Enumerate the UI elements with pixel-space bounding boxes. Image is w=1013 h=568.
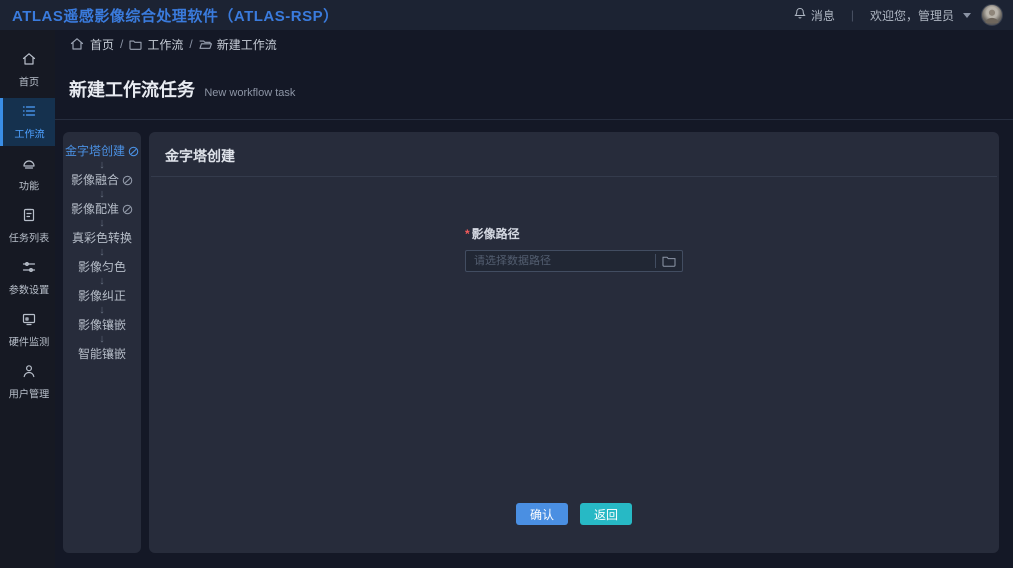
sidebar-item-label: 硬件监测 — [9, 334, 49, 349]
parameter-settings-icon — [21, 259, 37, 278]
user-management-icon — [21, 363, 37, 382]
step-label: 智能镶嵌 — [78, 347, 126, 361]
folder-open-icon — [199, 39, 212, 50]
image-path-label: *影像路径 — [465, 225, 683, 242]
home-icon — [69, 36, 85, 52]
sidebar-item-label: 工作流 — [14, 126, 44, 141]
step-arrow-icon: ↓ — [99, 159, 105, 172]
workflow-step-1[interactable]: 金字塔创建 — [65, 144, 139, 158]
page-title-block: 新建工作流任务 New workflow task — [55, 58, 1013, 120]
bell-icon — [794, 7, 806, 23]
header-divider: | — [845, 8, 860, 22]
image-path-field: *影像路径 — [465, 225, 683, 272]
step-label: 影像匀色 — [78, 260, 126, 274]
back-button[interactable]: 返回 — [580, 503, 632, 525]
step-arrow-icon: ↓ — [99, 333, 105, 346]
image-path-input[interactable] — [466, 255, 655, 267]
hardware-monitor-icon — [21, 311, 37, 330]
breadcrumb-label: 首页 — [90, 36, 114, 53]
breadcrumb-separator: / — [189, 37, 192, 51]
panels-row: 金字塔创建↓影像融合↓影像配准↓真彩色转换↓影像匀色↓影像纠正↓影像镶嵌↓智能镶… — [55, 120, 1013, 568]
breadcrumb: 首页 / 工作流 / 新建工作流 — [55, 30, 1013, 58]
step-config-panel: 金字塔创建 *影像路径 — [149, 132, 999, 553]
home-icon — [21, 51, 37, 70]
browse-folder-button[interactable] — [656, 251, 682, 271]
workflow-step-3[interactable]: 影像配准 — [71, 202, 133, 216]
workflow-step-7[interactable]: 影像镶嵌 — [78, 318, 126, 332]
breadcrumb-label: 工作流 — [147, 36, 183, 53]
breadcrumb-label: 新建工作流 — [217, 36, 277, 53]
workflow-step-8[interactable]: 智能镶嵌 — [78, 347, 126, 361]
workflow-icon — [21, 103, 37, 122]
step-label: 影像纠正 — [78, 289, 126, 303]
step-label: 影像镶嵌 — [78, 318, 126, 332]
workflow-step-6[interactable]: 影像纠正 — [78, 289, 126, 303]
sidebar-item-1[interactable]: 首页 — [0, 46, 55, 94]
step-status-icon — [122, 204, 133, 215]
step-arrow-icon: ↓ — [99, 246, 105, 259]
app-title: ATLAS遥感影像综合处理软件（ATLAS-RSP） — [12, 5, 339, 26]
sidebar-item-label: 首页 — [19, 74, 39, 89]
panel-divider — [151, 176, 997, 177]
workflow-step-2[interactable]: 影像融合 — [71, 173, 133, 187]
header-right: 消息 | 欢迎您，管理员 — [794, 4, 1003, 26]
breadcrumb-item-3[interactable]: 新建工作流 — [199, 36, 277, 53]
step-arrow-icon: ↓ — [99, 304, 105, 317]
panel-title: 金字塔创建 — [149, 132, 999, 176]
step-arrow-icon: ↓ — [99, 188, 105, 201]
content-area: 首页 / 工作流 / 新建工作流 新建工作流任务 New workflow task… — [55, 30, 1013, 568]
confirm-button[interactable]: 确认 — [516, 503, 568, 525]
breadcrumb-item-2[interactable]: 工作流 — [129, 36, 183, 53]
sidebar-item-label: 用户管理 — [9, 386, 49, 401]
functions-icon — [21, 155, 37, 174]
messages-label: 消息 — [811, 7, 835, 24]
sidebar-item-5[interactable]: 参数设置 — [0, 254, 55, 302]
task-list-icon — [21, 207, 37, 226]
image-path-input-wrap — [465, 250, 683, 272]
breadcrumb-separator: / — [120, 37, 123, 51]
sidebar-item-7[interactable]: 用户管理 — [0, 358, 55, 406]
step-arrow-icon: ↓ — [99, 275, 105, 288]
sidebar-item-label: 任务列表 — [9, 230, 49, 245]
form-area: *影像路径 — [149, 225, 999, 272]
welcome-label: 欢迎您，管理员 — [870, 7, 954, 24]
form-actions: 确认 返回 — [149, 503, 999, 525]
sidebar-item-4[interactable]: 任务列表 — [0, 202, 55, 250]
messages-button[interactable]: 消息 — [794, 7, 835, 24]
step-status-icon — [122, 175, 133, 186]
step-label: 金字塔创建 — [65, 144, 125, 158]
page-subtitle: New workflow task — [204, 87, 295, 99]
sidebar: 首页 工作流 功能 任务列表 参数设置 硬件监测 用户管理 — [0, 30, 55, 568]
main-layout: 首页 工作流 功能 任务列表 参数设置 硬件监测 用户管理 首页 / 工作流 / 新… — [0, 30, 1013, 568]
workflow-steps-panel: 金字塔创建↓影像融合↓影像配准↓真彩色转换↓影像匀色↓影像纠正↓影像镶嵌↓智能镶… — [63, 132, 141, 553]
required-mark: * — [465, 227, 470, 241]
workflow-step-4[interactable]: 真彩色转换 — [72, 231, 132, 245]
sidebar-item-2[interactable]: 工作流 — [0, 98, 55, 146]
sidebar-item-3[interactable]: 功能 — [0, 150, 55, 198]
user-menu[interactable]: 欢迎您，管理员 — [870, 7, 971, 24]
step-status-icon — [128, 146, 139, 157]
step-arrow-icon: ↓ — [99, 217, 105, 230]
breadcrumb-item-1[interactable]: 首页 — [69, 36, 114, 53]
sidebar-item-label: 功能 — [19, 178, 39, 193]
folder-icon — [129, 39, 142, 50]
avatar[interactable] — [981, 4, 1003, 26]
sidebar-item-6[interactable]: 硬件监测 — [0, 306, 55, 354]
sidebar-item-label: 参数设置 — [9, 282, 49, 297]
step-label: 影像融合 — [71, 173, 119, 187]
step-label: 影像配准 — [71, 202, 119, 216]
workflow-step-5[interactable]: 影像匀色 — [78, 260, 126, 274]
page-title: 新建工作流任务 — [69, 80, 195, 100]
step-label: 真彩色转换 — [72, 231, 132, 245]
app-header: ATLAS遥感影像综合处理软件（ATLAS-RSP） 消息 | 欢迎您，管理员 — [0, 0, 1013, 30]
caret-down-icon — [963, 13, 971, 18]
